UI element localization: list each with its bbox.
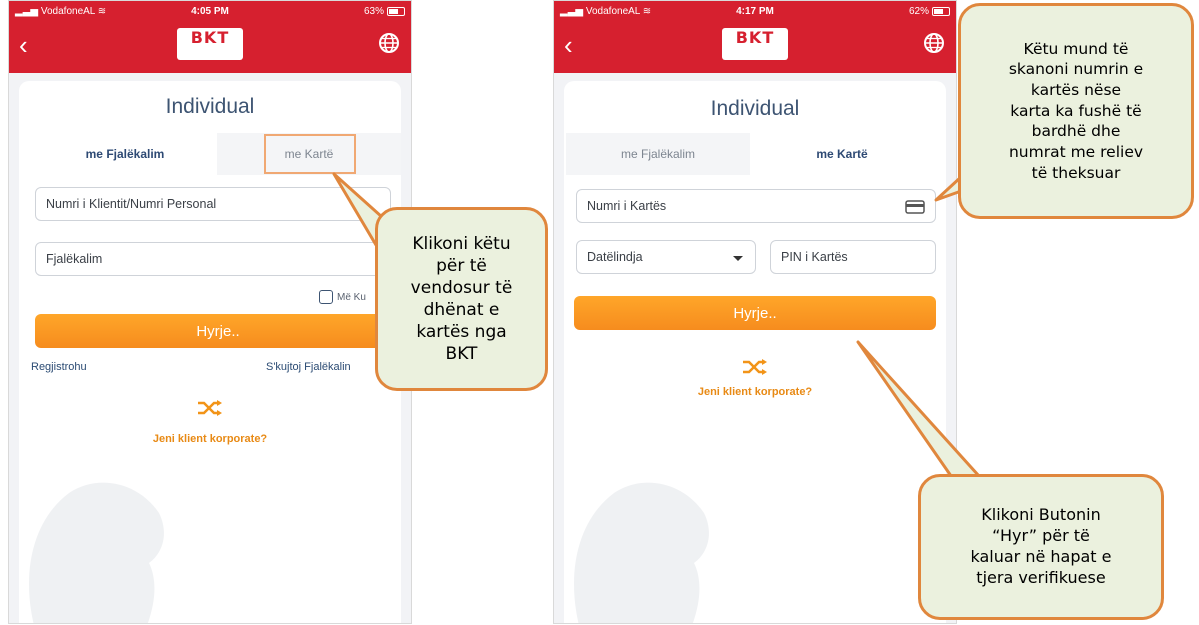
callout-line: Klikoni këtu [412,233,511,254]
tab-password[interactable]: me Fjalëkalim [33,133,217,175]
forgot-password-link[interactable]: S'kujtoj Fjalëkalin [266,361,351,373]
card-title: Individual [710,97,800,120]
card-tab-highlight [264,134,356,174]
logo-text: BKT [735,28,775,47]
password-input[interactable]: Fjalëkalim [35,242,391,276]
callout-login-text: Klikoni Butonin “Hyr” për të kaluar në h… [970,505,1111,588]
battery-icon [932,6,950,16]
callout-line: për të [436,255,487,276]
card-pin-placeholder: PIN i Kartës [781,250,848,264]
callout-scan-text: Këtu mund të skanoni numrin e kartës nës… [1009,39,1143,183]
card-number-placeholder: Numri i Kartës [587,199,667,213]
logo-text: BKT [190,28,230,47]
callout-line: karta ka fushë të [1010,101,1142,120]
login-card: Individual me Fjalëkalim me Kartë Numri … [564,81,946,623]
card-title: Individual [165,95,255,118]
callout-line: “Hyr” për të [992,526,1090,546]
callout-line: vendosur të [410,277,513,298]
credit-card-icon[interactable] [905,200,925,214]
callout-card-tab: Klikoni këtu për të vendosur të dhënat e… [375,207,548,391]
shuffle-icon[interactable] [742,358,768,376]
status-bar: ▂▃▅ VodafoneAL ≋ 4:05 PM 63% [9,1,411,21]
chevron-left-icon[interactable]: ‹ [19,31,45,59]
callout-line: kaluar në hapat e [970,547,1112,566]
bkt-logo: BKT [722,28,788,60]
tab-password[interactable]: me Fjalëkalim [566,133,750,175]
remember-me-option[interactable]: Më Ku [319,290,366,304]
globe-icon[interactable] [922,31,946,55]
callout-line: kartës nëse [1030,81,1122,100]
left-phone-screen: ▂▃▅ VodafoneAL ≋ 4:05 PM 63% ‹ BKT Indiv… [8,0,412,624]
birthdate-placeholder: Datëlindja [587,250,643,264]
register-link[interactable]: Regjistrohu [31,361,87,373]
client-number-placeholder: Numri i Klientit/Numri Personal [46,197,217,211]
callout-scan-card: Këtu mund të skanoni numrin e kartës nës… [958,3,1194,219]
remember-me-label: Më Ku [337,291,366,303]
callout-line: Këtu mund të [1023,39,1129,58]
logo-subtext [722,48,788,53]
callout-line: numrat me reliev [1008,142,1144,161]
callout-line: skanoni numrin e [1008,60,1144,79]
app-header: ‹ BKT [9,21,411,73]
globe-icon[interactable] [377,31,401,55]
battery-percent: 63% [363,5,384,17]
battery-indicator: 62% [909,6,950,17]
callout-card-tab-text: Klikoni këtu për të vendosur të dhënat e… [411,233,513,366]
callout-login-button: Klikoni Butonin “Hyr” për të kaluar në h… [918,474,1164,620]
status-time: 4:17 PM [736,5,774,17]
battery-icon [387,6,405,16]
login-tabs: me Fjalëkalim me Kartë [566,133,934,175]
callout-line: bardhë dhe [1031,122,1121,141]
status-time: 4:05 PM [191,5,229,17]
shuffle-icon[interactable] [197,399,223,417]
corporate-client-link[interactable]: Jeni klient korporate? [19,433,401,445]
caret-down-icon [733,256,743,261]
tab-card[interactable]: me Kartë [750,133,934,175]
client-number-input[interactable]: Numri i Klientit/Numri Personal [35,187,391,221]
callout-line: të theksuar [1031,163,1121,182]
callout-line: tjera verifikuese [976,567,1106,587]
card-number-input[interactable]: Numri i Kartës [576,189,936,223]
chevron-left-icon[interactable]: ‹ [564,31,590,59]
watermark-head-image [29,482,164,623]
bkt-logo: BKT [177,28,243,60]
right-phone-screen: ▂▃▅ VodafoneAL ≋ 4:17 PM 62% ‹ BKT Indiv… [553,0,957,624]
login-button[interactable]: Hyrje.. [35,314,401,348]
card-pin-input[interactable]: PIN i Kartës [770,240,936,274]
callout-line: kartës nga [416,322,507,343]
login-button[interactable]: Hyrje.. [574,296,936,330]
app-header: ‹ BKT [554,21,956,73]
battery-indicator: 63% [364,6,405,17]
remember-me-checkbox[interactable] [319,290,333,304]
birthdate-select[interactable]: Datëlindja [576,240,756,274]
callout-line: BKT [445,344,478,365]
corporate-client-link[interactable]: Jeni klient korporate? [564,386,946,398]
status-bar: ▂▃▅ VodafoneAL ≋ 4:17 PM 62% [554,1,956,21]
logo-subtext [177,48,243,53]
password-placeholder: Fjalëkalim [46,252,103,266]
callout-line: dhënat e [423,300,500,320]
battery-percent: 62% [908,5,929,17]
callout-line: Klikoni Butonin [981,505,1101,525]
watermark-head-image [574,482,709,623]
